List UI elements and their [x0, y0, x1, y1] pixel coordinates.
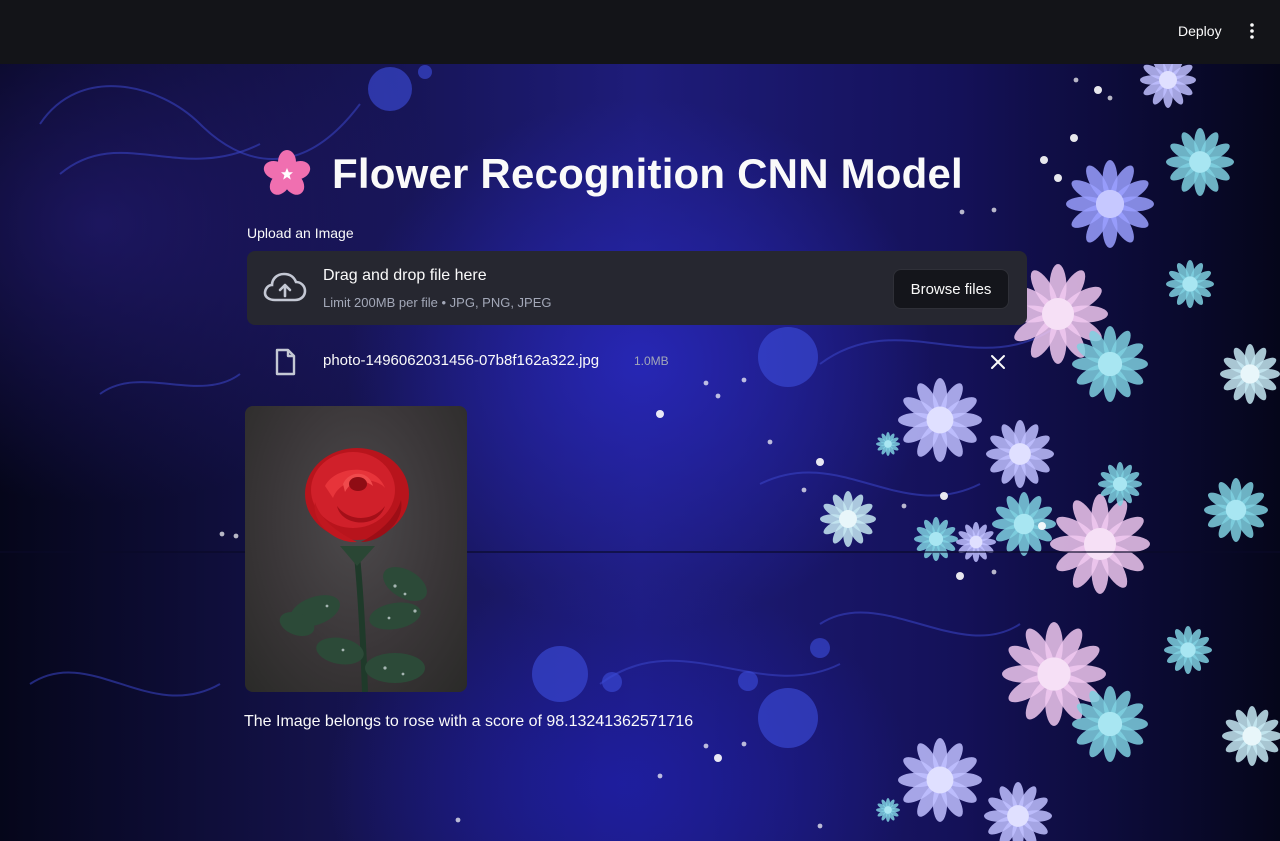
decorative-flower: [1140, 64, 1196, 108]
sparkle: [656, 410, 664, 418]
page-title: Flower Recognition CNN Model: [332, 150, 963, 197]
decorative-flower: [1204, 478, 1268, 542]
sparkle: [233, 533, 239, 539]
sparkle: [940, 492, 948, 500]
sparkle: [1073, 77, 1079, 83]
decorative-flower: [914, 517, 958, 561]
kebab-menu-icon[interactable]: [1240, 18, 1264, 44]
decorative-flower: [1166, 128, 1234, 196]
sparkle: [1107, 95, 1113, 101]
sparkle: [767, 439, 773, 445]
decorative-flower: [984, 782, 1052, 841]
sparkle: [1094, 86, 1102, 94]
sparkle: [1040, 156, 1048, 164]
sparkle: [956, 572, 964, 580]
dropzone-limit-text: Limit 200MB per file • JPG, PNG, JPEG: [323, 295, 552, 310]
sparkle: [657, 773, 663, 779]
decorative-flower: [986, 420, 1054, 488]
decorative-flower: [992, 492, 1056, 556]
uploaded-file-size: 1.0MB: [634, 354, 669, 368]
decorative-flower: [898, 738, 982, 822]
dropzone-instruction: Drag and drop file here: [323, 267, 487, 284]
prediction-result: The Image belongs to rose with a score o…: [244, 713, 694, 730]
page-title-row: Flower Recognition CNN Model: [262, 148, 963, 200]
deploy-button[interactable]: Deploy: [1166, 18, 1234, 44]
decorative-flower: [1220, 344, 1280, 404]
file-dropzone[interactable]: Drag and drop file here Limit 200MB per …: [247, 251, 1027, 325]
sparkle: [1038, 522, 1046, 530]
app-header: Deploy: [0, 0, 1280, 64]
file-icon: [275, 348, 296, 376]
uploaded-file-row: photo-1496062031456-07b8f162a322.jpg 1.0…: [247, 342, 1027, 382]
sparkle: [991, 207, 997, 213]
sparkle: [741, 741, 747, 747]
decorative-flower: [1166, 260, 1214, 308]
decorative-flower: [1066, 160, 1154, 248]
sparkle: [901, 503, 907, 509]
sparkle: [991, 569, 997, 575]
cloud-upload-icon: [263, 272, 307, 302]
decorative-flower: [1050, 494, 1150, 594]
decorative-flower: [898, 378, 982, 462]
decorative-flower: [956, 522, 996, 562]
sparkle: [703, 743, 709, 749]
sparkle: [714, 754, 722, 762]
sparkle: [817, 823, 823, 829]
sparkle: [1054, 174, 1062, 182]
image-seam: [0, 551, 1280, 553]
decorative-flower: [876, 432, 900, 456]
decorative-flower: [820, 491, 876, 547]
sparkle: [219, 531, 225, 537]
sparkle: [455, 817, 461, 823]
close-icon[interactable]: [987, 351, 1009, 373]
decorative-flower: [876, 798, 900, 822]
decorative-flower: [1164, 626, 1212, 674]
sparkle: [801, 487, 807, 493]
cherry-blossom-icon: [263, 150, 311, 195]
sparkle: [715, 393, 721, 399]
uploaded-file-name: photo-1496062031456-07b8f162a322.jpg: [323, 352, 600, 369]
sparkle: [816, 458, 824, 466]
uploaded-image-preview: [245, 406, 467, 692]
sparkle: [959, 209, 965, 215]
browse-files-button[interactable]: Browse files: [893, 269, 1009, 309]
upload-label: Upload an Image: [247, 225, 354, 241]
sparkle: [1070, 134, 1078, 142]
decorative-flower: [1222, 706, 1280, 766]
